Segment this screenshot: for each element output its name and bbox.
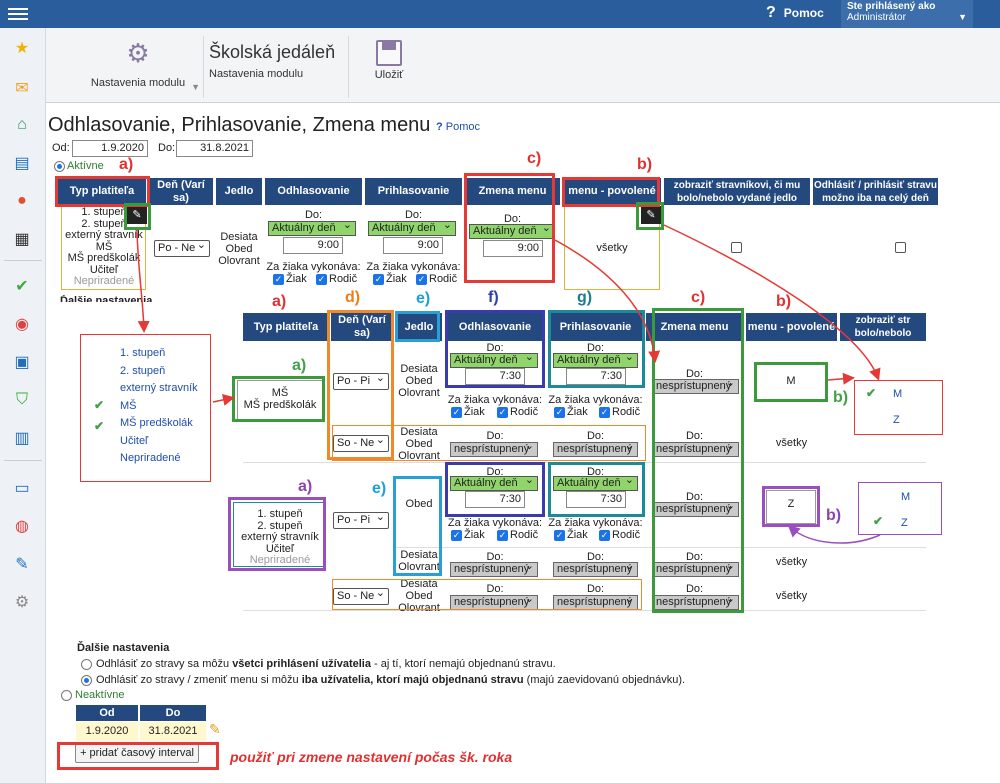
option-ordered-users-label: Odhlásiť zo stravy / zmeniť menu si môžu… [96,674,685,686]
interval-to-value: 31.8.2021 [140,722,206,741]
annotation-box-add-interval [57,742,219,770]
option-text: - aj tí, ktorí nemajú objednanú stravu. [370,658,556,670]
interval-header-from: Od [76,705,138,721]
annotation-note: použiť pri zmene nastavení počas šk. rok… [230,749,513,765]
edit-pencil-icon[interactable]: ✎ [209,721,221,738]
option-ordered-users-radio[interactable] [81,675,92,686]
option-all-users-label: Odhlásiť zo stravy sa môžu všetci prihlá… [96,658,556,670]
option-text: (majú zaevidovanú objednávku). [523,674,686,686]
option-bold-text: iba užívatelia, ktorí majú objednanú str… [301,674,524,686]
more-settings-title: Ďalšie nastavenia [77,642,170,654]
inactive-radio[interactable] [61,690,72,701]
option-bold-text: všetci prihlásení užívatelia [232,658,371,670]
interval-from-value: 1.9.2020 [76,722,138,741]
interval-header-to: Do [140,705,206,721]
option-text: Odhlásiť zo stravy sa môžu [96,658,233,670]
option-all-users-radio[interactable] [81,659,92,670]
inactive-label: Neaktívne [75,689,125,701]
option-text: Odhlásiť zo stravy / zmeniť menu si môžu [96,674,302,686]
